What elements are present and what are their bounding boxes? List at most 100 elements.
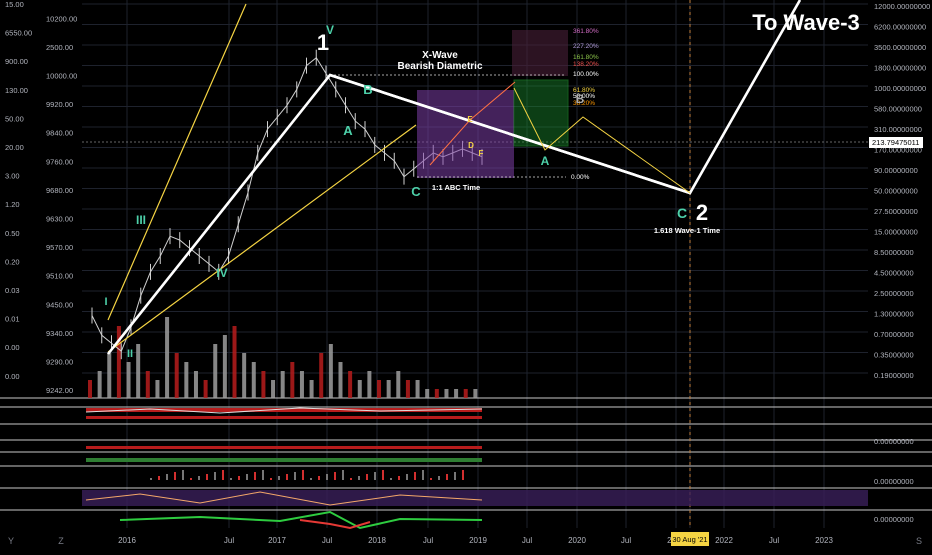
histogram-bar xyxy=(150,478,152,480)
chart-canvas[interactable]: 15.00 10200.00 6550.00 2500.00 900.00 10000.0… xyxy=(0,0,932,550)
left-axis-tick: 9680.00 xyxy=(46,186,73,195)
histogram-bar xyxy=(382,470,384,480)
chart-annotation: To Wave-3 xyxy=(752,10,860,35)
volume-bar xyxy=(405,380,410,398)
chart[interactable]: 15.00 10200.00 6550.00 2500.00 900.00 10000.0… xyxy=(0,0,932,550)
wave-label: C xyxy=(411,184,421,199)
histogram-bar xyxy=(222,470,224,480)
fib-box xyxy=(513,79,569,147)
histogram-bar xyxy=(390,478,392,480)
histogram-bar xyxy=(414,472,416,480)
volume-bar xyxy=(107,353,112,398)
histogram-bar xyxy=(294,472,296,480)
histogram-bar xyxy=(262,470,264,480)
x-axis-tick: 2020 xyxy=(568,536,586,545)
left-axis-tick: 1.20 xyxy=(5,200,20,209)
volume-bar xyxy=(415,380,420,398)
left-axis-tick: 0.01 xyxy=(5,315,20,324)
wave-label: F xyxy=(479,149,484,158)
volume-bar xyxy=(136,344,141,398)
oscillator-band xyxy=(82,490,868,506)
left-axis-tick: 9450.00 xyxy=(46,300,73,309)
x-axis-tick: 2022 xyxy=(715,536,733,545)
left-axis-tick: 10200.00 xyxy=(46,14,77,23)
indicator-band xyxy=(86,458,482,462)
corner-button-z[interactable]: Z xyxy=(54,534,68,548)
left-axis-tick: 9630.00 xyxy=(46,215,73,224)
fib-label: 161.80% xyxy=(573,54,599,61)
wave-label: A xyxy=(541,154,550,168)
wave-label: II xyxy=(127,348,133,360)
histogram-bar xyxy=(358,476,360,480)
right-axis-tick: 0.19000000 xyxy=(874,371,914,380)
right-axis-tick: 90.00000000 xyxy=(874,166,918,175)
volume-bar xyxy=(357,380,362,398)
histogram-bar xyxy=(310,478,312,480)
left-axis-tick: 50.00 xyxy=(5,114,24,123)
wave-label: IV xyxy=(216,266,227,280)
wave-label: 2 xyxy=(696,200,708,225)
histogram-bar xyxy=(398,476,400,480)
histogram-bar xyxy=(422,470,424,480)
right-axis-tick: 8.50000000 xyxy=(874,248,914,257)
volume-bar xyxy=(213,344,218,398)
volume-bar xyxy=(184,362,189,398)
histogram-bar xyxy=(326,474,328,480)
histogram-bar xyxy=(318,476,320,480)
volume-bar xyxy=(444,389,449,398)
volume-bar xyxy=(299,371,304,398)
histogram-bar xyxy=(342,470,344,480)
left-axis-tick: 9570.00 xyxy=(46,243,73,252)
sub-axis-tick: 0.00000000 xyxy=(874,437,914,446)
x-axis-tick: Jul xyxy=(322,536,332,545)
volume-bar xyxy=(396,371,401,398)
volume-bar xyxy=(309,380,314,398)
x-axis-tick: 2023 xyxy=(815,536,833,545)
right-axis-tick: 15.00000000 xyxy=(874,228,918,237)
fib-label: 0.00% xyxy=(571,174,590,181)
left-axis-tick: 15.00 xyxy=(5,0,24,9)
histogram-bar xyxy=(238,476,240,480)
x-axis-tick: 2016 xyxy=(118,536,136,545)
histogram-bar xyxy=(350,478,352,480)
x-axis-tick: Jul xyxy=(522,536,532,545)
volume-bar xyxy=(454,389,459,398)
x-axis-tick: 2019 xyxy=(469,536,487,545)
histogram-bar xyxy=(406,474,408,480)
histogram-bar xyxy=(190,478,192,480)
volume-bar xyxy=(434,389,439,398)
corner-button-y[interactable]: Y xyxy=(4,534,18,548)
volume-bar xyxy=(97,371,102,398)
left-axis-tick: 130.00 xyxy=(5,86,28,95)
left-axis-tick: 0.00 xyxy=(5,372,20,381)
sub-axis-tick: 0.00000000 xyxy=(874,515,914,524)
histogram-bar xyxy=(366,474,368,480)
histogram-bar xyxy=(454,472,456,480)
volume-bar xyxy=(348,371,353,398)
histogram-bar xyxy=(254,472,256,480)
x-axis-tick: 2017 xyxy=(268,536,286,545)
settings-icon[interactable]: S xyxy=(912,534,926,548)
wave-label: D xyxy=(468,141,474,150)
volume-bar xyxy=(88,380,92,398)
x-axis-tick: Jul xyxy=(423,536,433,545)
x-wave-box xyxy=(417,90,514,178)
left-axis-tick: 0.00 xyxy=(5,343,20,352)
right-axis-tick: 1800.00000000 xyxy=(874,64,926,73)
histogram-bar xyxy=(438,476,440,480)
left-axis-tick: 9510.00 xyxy=(46,272,73,281)
volume-bar xyxy=(155,380,160,398)
indicator-band xyxy=(86,446,482,449)
right-axis-tick: 6200.00000000 xyxy=(874,23,926,32)
volume-bar xyxy=(242,353,247,398)
chart-annotation: Bearish Diametric xyxy=(397,61,482,72)
right-axis-tick: 27.50000000 xyxy=(874,207,918,216)
volume-bar xyxy=(261,371,266,398)
volume-bar xyxy=(425,389,430,398)
histogram-bar xyxy=(230,478,232,480)
left-axis-tick: 3.00 xyxy=(5,172,20,181)
histogram-bar xyxy=(214,472,216,480)
left-axis-tick: 9290.00 xyxy=(46,358,73,367)
x-axis-tick: 30 Aug '21 xyxy=(672,535,707,544)
wave-label: B xyxy=(363,82,372,97)
